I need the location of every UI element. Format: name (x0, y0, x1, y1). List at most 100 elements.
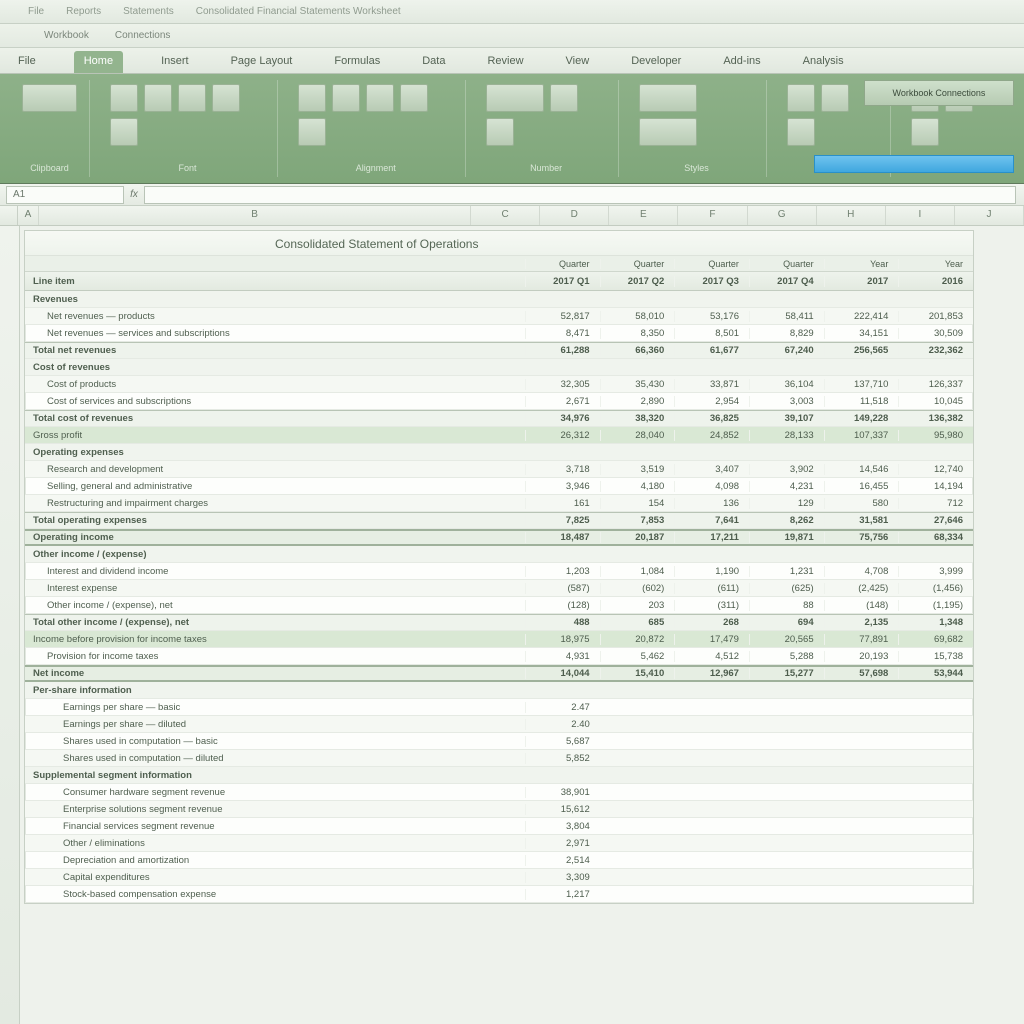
value-cell[interactable]: 3,309 (525, 872, 600, 883)
value-cell[interactable]: 52,817 (525, 311, 600, 322)
align-center-button[interactable] (332, 84, 360, 112)
conditional-formatting-button[interactable] (639, 84, 697, 112)
value-cell[interactable]: (148) (824, 600, 899, 611)
value-cell[interactable]: 15,612 (525, 804, 600, 815)
value-cell[interactable]: 66,360 (600, 345, 675, 356)
value-cell[interactable]: 712 (898, 498, 973, 509)
value-cell[interactable]: 7,825 (525, 515, 600, 526)
value-cell[interactable]: 8,262 (749, 515, 824, 526)
value-cell[interactable]: 126,337 (898, 379, 973, 390)
line-item-label[interactable]: Operating income (25, 532, 525, 543)
find-select-button[interactable] (911, 118, 939, 146)
value-cell[interactable]: 34,151 (824, 328, 899, 339)
highlighted-ribbon-item[interactable] (814, 155, 1014, 173)
value-cell[interactable]: 129 (749, 498, 824, 509)
value-cell[interactable]: 1,231 (749, 566, 824, 577)
value-cell[interactable]: 77,891 (824, 634, 899, 645)
value-cell[interactable]: 4,931 (525, 651, 600, 662)
value-cell[interactable]: 107,337 (824, 430, 899, 441)
row-header-column[interactable] (0, 226, 20, 1024)
line-item-label[interactable]: Cost of revenues (25, 362, 525, 373)
line-item-label[interactable]: Other / eliminations (25, 838, 525, 849)
value-cell[interactable]: 19,871 (749, 532, 824, 543)
line-item-label[interactable]: Net income (25, 668, 525, 679)
line-item-label[interactable]: Income before provision for income taxes (25, 634, 525, 645)
value-cell[interactable]: 2.47 (525, 702, 600, 713)
value-cell[interactable]: 3,407 (674, 464, 749, 475)
fx-icon[interactable]: fx (124, 189, 144, 200)
value-cell[interactable]: 3,003 (749, 396, 824, 407)
table-header-cell[interactable]: 2016 (898, 276, 973, 287)
value-cell[interactable]: 32,305 (525, 379, 600, 390)
line-item-label[interactable]: Interest expense (25, 583, 525, 594)
value-cell[interactable]: 3,519 (600, 464, 675, 475)
value-cell[interactable]: 8,829 (749, 328, 824, 339)
line-item-label[interactable]: Total other income / (expense), net (25, 617, 525, 628)
value-cell[interactable]: 61,677 (674, 345, 749, 356)
value-cell[interactable]: 4,231 (749, 481, 824, 492)
value-cell[interactable]: 2,971 (525, 838, 600, 849)
value-cell[interactable]: 232,362 (898, 345, 973, 356)
qat-item[interactable]: Reports (66, 6, 101, 17)
column-header[interactable]: A (18, 206, 39, 225)
select-all-corner[interactable] (0, 206, 18, 225)
format-as-table-button[interactable] (639, 118, 697, 146)
value-cell[interactable]: 8,471 (525, 328, 600, 339)
value-cell[interactable]: 20,193 (824, 651, 899, 662)
value-cell[interactable]: 68,334 (898, 532, 973, 543)
column-header[interactable]: F (678, 206, 747, 225)
align-right-button[interactable] (366, 84, 394, 112)
value-cell[interactable]: 694 (749, 617, 824, 628)
tab-review[interactable]: Review (483, 51, 527, 73)
paste-button[interactable] (22, 84, 77, 112)
value-cell[interactable]: 61,288 (525, 345, 600, 356)
column-header[interactable]: B (39, 206, 471, 225)
value-cell[interactable]: 4,512 (674, 651, 749, 662)
value-cell[interactable]: 30,509 (898, 328, 973, 339)
table-header-cell[interactable]: 2017 Q3 (674, 276, 749, 287)
qat-item[interactable]: Consolidated Financial Statements Worksh… (196, 6, 401, 17)
value-cell[interactable]: (1,195) (898, 600, 973, 611)
line-item-label[interactable]: Total operating expenses (25, 515, 525, 526)
value-cell[interactable]: 28,133 (749, 430, 824, 441)
insert-cell-button[interactable] (787, 84, 815, 112)
line-item-label[interactable]: Total cost of revenues (25, 413, 525, 424)
value-cell[interactable]: 2.40 (525, 719, 600, 730)
qat-item[interactable]: File (28, 6, 44, 17)
value-cell[interactable]: 685 (600, 617, 675, 628)
line-item-label[interactable]: Consumer hardware segment revenue (25, 787, 525, 798)
value-cell[interactable]: 1,217 (525, 889, 600, 900)
column-header[interactable]: H (817, 206, 886, 225)
line-item-label[interactable]: Financial services segment revenue (25, 821, 525, 832)
value-cell[interactable]: 268 (674, 617, 749, 628)
value-cell[interactable]: 15,738 (898, 651, 973, 662)
line-item-label[interactable]: Operating expenses (25, 447, 525, 458)
value-cell[interactable]: 1,190 (674, 566, 749, 577)
align-left-button[interactable] (298, 84, 326, 112)
line-item-label[interactable]: Shares used in computation — basic (25, 736, 525, 747)
bold-button[interactable] (110, 84, 138, 112)
value-cell[interactable]: 5,687 (525, 736, 600, 747)
value-cell[interactable]: 4,180 (600, 481, 675, 492)
value-cell[interactable]: 2,514 (525, 855, 600, 866)
line-item-label[interactable]: Stock-based compensation expense (25, 889, 525, 900)
value-cell[interactable]: 27,646 (898, 515, 973, 526)
table-header-cell[interactable]: 2017 Q4 (749, 276, 824, 287)
secondary-item[interactable]: Workbook (44, 30, 89, 41)
line-item-label[interactable]: Other income / (expense), net (25, 600, 525, 611)
qat-item[interactable]: Statements (123, 6, 174, 17)
line-item-label[interactable]: Total net revenues (25, 345, 525, 356)
cell-grid[interactable]: Consolidated Statement of Operations Qua… (20, 226, 1024, 1024)
line-item-label[interactable]: Capital expenditures (25, 872, 525, 883)
merge-button[interactable] (298, 118, 326, 146)
delete-cell-button[interactable] (821, 84, 849, 112)
value-cell[interactable]: 75,756 (824, 532, 899, 543)
wrap-text-button[interactable] (400, 84, 428, 112)
column-header[interactable]: G (748, 206, 817, 225)
value-cell[interactable]: 1,348 (898, 617, 973, 628)
column-header[interactable]: J (955, 206, 1024, 225)
table-header-cell[interactable]: 2017 Q2 (600, 276, 675, 287)
currency-button[interactable] (550, 84, 578, 112)
line-item-label[interactable]: Enterprise solutions segment revenue (25, 804, 525, 815)
value-cell[interactable]: 28,040 (600, 430, 675, 441)
